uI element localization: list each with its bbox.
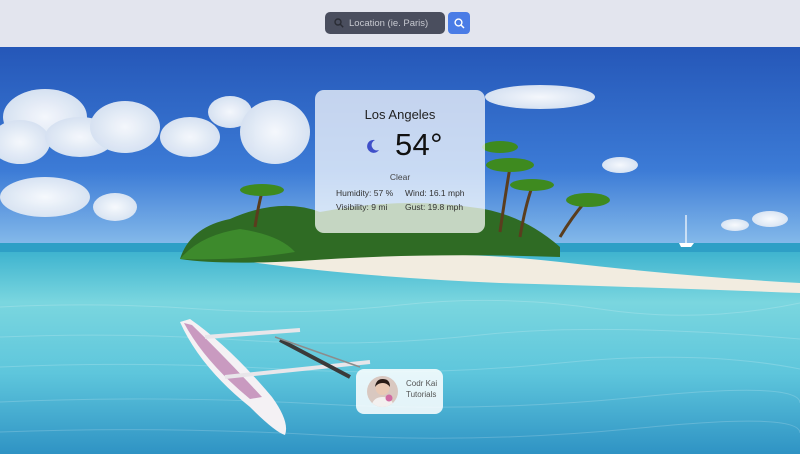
author-credit-card[interactable]: Codr Kai Tutorials: [356, 369, 443, 414]
top-bar: [0, 0, 800, 47]
temperature: 54°: [395, 127, 443, 162]
moon-icon: [365, 138, 381, 154]
credit-name: Codr Kai: [406, 379, 438, 388]
location-search-input[interactable]: [349, 17, 445, 29]
avatar: [367, 376, 398, 407]
visibility-stat: Visibility: 9 mi: [336, 202, 388, 212]
weather-condition: Clear: [389, 172, 411, 182]
search-button-icon: [453, 17, 465, 29]
wind-stat: Wind: 16.1 mph: [405, 188, 465, 198]
search-icon: [331, 15, 347, 31]
credit-subtitle: Tutorials: [406, 390, 437, 399]
search-button[interactable]: [448, 12, 470, 34]
city-name: Los Angeles: [364, 107, 436, 122]
humidity-stat: Humidity: 57 %: [336, 188, 394, 198]
gust-stat: Gust: 19.8 mph: [405, 202, 464, 212]
search-box[interactable]: [325, 12, 445, 34]
weather-card: Los Angeles 54° Clear Humidity: 57 % Vis…: [315, 90, 485, 233]
